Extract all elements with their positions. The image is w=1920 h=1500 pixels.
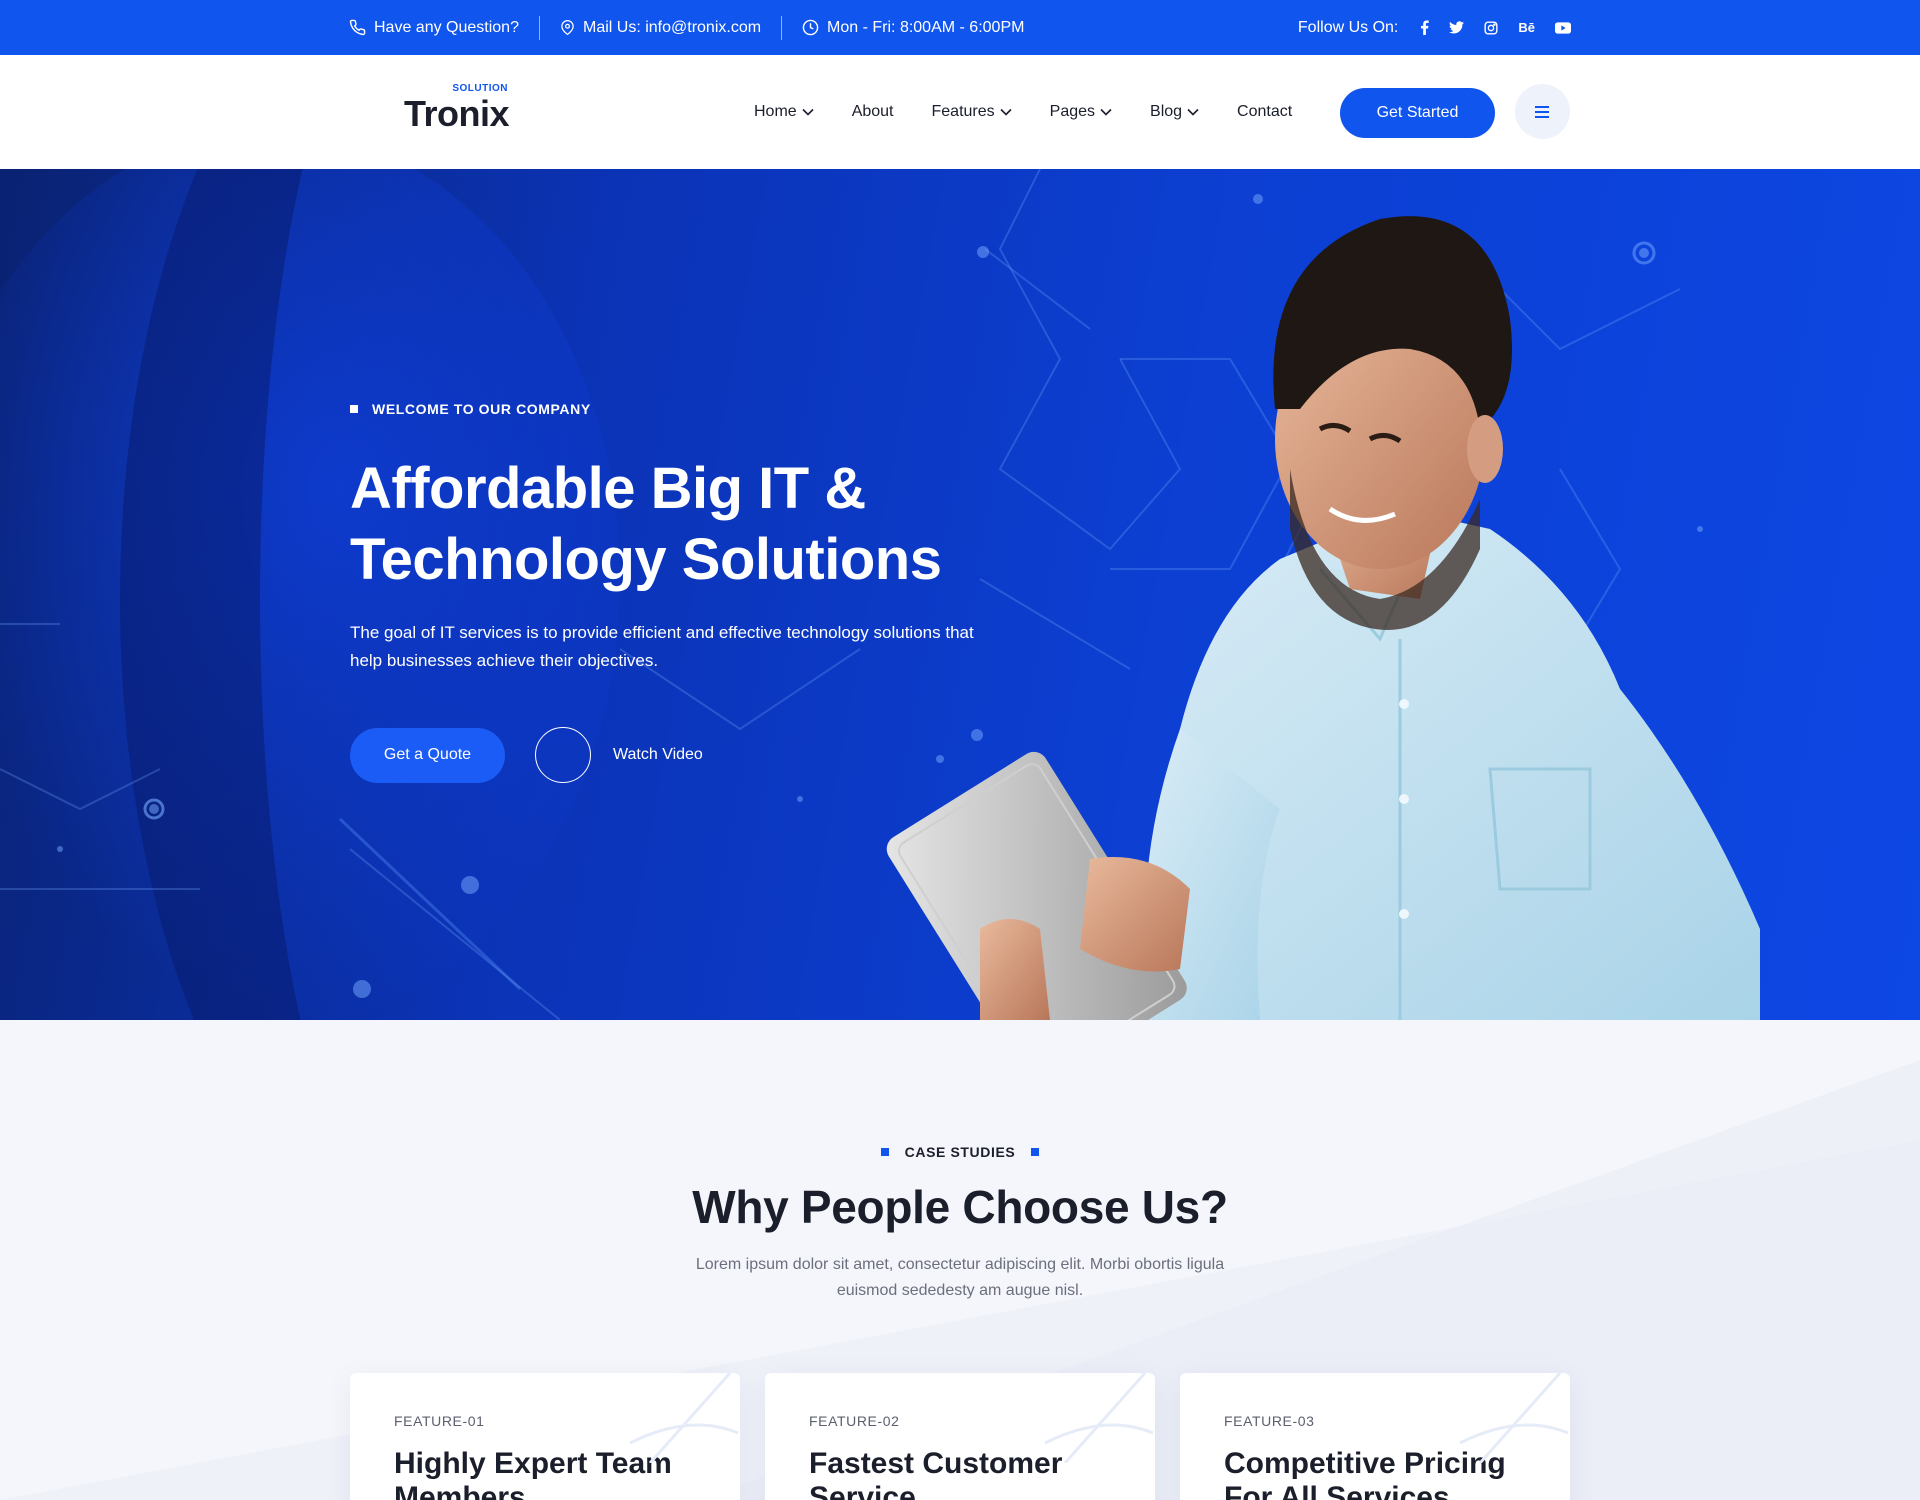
hero-title-line2: Technology Solutions xyxy=(350,527,942,592)
logo-wordmark: Tronix xyxy=(404,93,510,134)
eyebrow-text: WELCOME TO OUR COMPANY xyxy=(372,401,591,417)
mail-info[interactable]: Mail Us: info@tronix.com xyxy=(560,19,761,37)
nav-label: Pages xyxy=(1049,103,1096,120)
contact-info: Have any Question? Mail Us: info@tronix.… xyxy=(349,0,1024,55)
nav-label: About xyxy=(851,103,894,120)
why-choose-us-section: CASE STUDIES Why People Choose Us? Lorem… xyxy=(0,1020,1920,1500)
nav-label: Home xyxy=(754,103,797,120)
phone-icon xyxy=(349,19,366,36)
section-description: Lorem ipsum dolor sit amet, consectetur … xyxy=(695,1256,1225,1299)
hero-section: WELCOME TO OUR COMPANY Affordable Big IT… xyxy=(0,169,1920,1020)
hours-info: Mon - Fri: 8:00AM - 6:00PM xyxy=(802,19,1024,37)
question-text: Have any Question? xyxy=(374,18,519,36)
question-info[interactable]: Have any Question? xyxy=(349,19,519,37)
hero-actions: Get a Quote Watch Video xyxy=(350,727,1050,783)
card-swirl-decoration xyxy=(1044,1373,1154,1463)
feature-card[interactable]: FEATURE-02 Fastest Customer Service xyxy=(765,1373,1155,1500)
facebook-icon[interactable] xyxy=(1420,20,1430,35)
section-eyebrow-text: CASE STUDIES xyxy=(904,1144,1016,1160)
play-video-button[interactable] xyxy=(535,727,591,783)
divider xyxy=(538,15,540,40)
social-area: Follow Us On: Bē xyxy=(1298,0,1571,55)
site-header: SOLUTION Tronix Home About Features Page… xyxy=(0,55,1920,169)
nav-item-home[interactable]: Home xyxy=(754,103,814,121)
square-bullet-icon xyxy=(880,1148,889,1156)
feature-card[interactable]: FEATURE-03 Competitive Pricing For All S… xyxy=(1180,1373,1570,1500)
divider xyxy=(781,15,783,40)
hero-content: WELCOME TO OUR COMPANY Affordable Big IT… xyxy=(350,401,1050,783)
nav-label: Blog xyxy=(1150,103,1183,120)
youtube-icon[interactable] xyxy=(1555,21,1571,34)
square-bullet-icon xyxy=(1031,1148,1040,1156)
nav-item-features[interactable]: Features xyxy=(932,103,1012,121)
nav-item-pages[interactable]: Pages xyxy=(1050,103,1112,121)
hero-title-line1: Affordable Big IT & xyxy=(350,456,866,521)
hamburger-icon xyxy=(1534,105,1549,118)
section-title: Why People Choose Us? xyxy=(692,1181,1228,1233)
chevron-down-icon xyxy=(1187,108,1199,116)
hours-text: Mon - Fri: 8:00AM - 6:00PM xyxy=(827,18,1025,36)
watch-video-link[interactable]: Watch Video xyxy=(613,746,703,764)
hero-description: The goal of IT services is to provide ef… xyxy=(350,623,974,670)
nav-label: Contact xyxy=(1237,103,1293,120)
hero-eyebrow: WELCOME TO OUR COMPANY xyxy=(350,401,1050,417)
get-started-button[interactable]: Get Started xyxy=(1340,88,1495,138)
twitter-icon[interactable] xyxy=(1449,21,1465,34)
map-pin-icon xyxy=(560,19,575,36)
nav-item-blog[interactable]: Blog xyxy=(1150,103,1199,121)
nav-item-contact[interactable]: Contact xyxy=(1237,103,1292,121)
clock-icon xyxy=(802,19,819,36)
get-quote-button[interactable]: Get a Quote xyxy=(350,727,505,783)
behance-icon[interactable]: Bē xyxy=(1518,20,1535,35)
hero-title: Affordable Big IT & Technology Solutions xyxy=(350,453,1050,595)
logo[interactable]: SOLUTION Tronix xyxy=(404,83,514,134)
nav-label: Features xyxy=(931,103,995,120)
instagram-icon[interactable] xyxy=(1484,20,1498,35)
section-eyebrow: CASE STUDIES xyxy=(0,1144,1920,1160)
chevron-down-icon xyxy=(1000,108,1012,116)
feature-card[interactable]: FEATURE-01 Highly Expert Team Members xyxy=(350,1373,740,1500)
card-swirl-decoration xyxy=(1459,1373,1569,1463)
main-nav: Home About Features Pages Blog Contact xyxy=(754,55,1292,169)
social-links: Bē xyxy=(1420,20,1571,35)
feature-cards: FEATURE-01 Highly Expert Team Members FE… xyxy=(350,1373,1570,1500)
card-swirl-decoration xyxy=(629,1373,739,1463)
square-bullet-icon xyxy=(350,405,358,413)
menu-button[interactable] xyxy=(1515,84,1570,139)
nav-item-about[interactable]: About xyxy=(852,103,894,121)
follow-label: Follow Us On: xyxy=(1297,18,1399,36)
chevron-down-icon xyxy=(802,108,814,116)
mail-text: Mail Us: info@tronix.com xyxy=(582,18,762,36)
chevron-down-icon xyxy=(1100,108,1112,116)
top-bar: Have any Question? Mail Us: info@tronix.… xyxy=(0,0,1920,55)
